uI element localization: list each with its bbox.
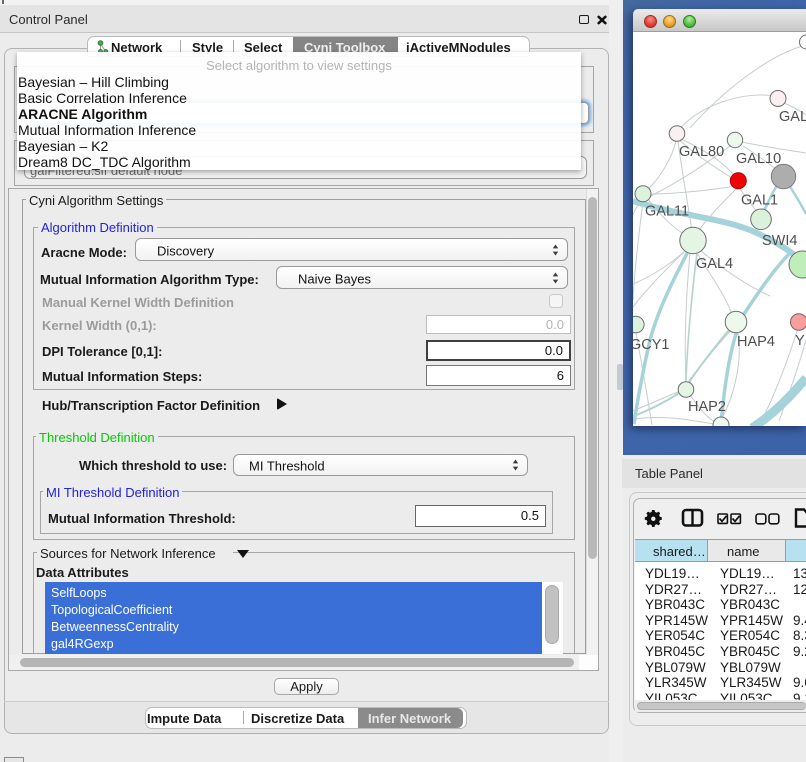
svg-text:GAL7: GAL7	[779, 109, 806, 125]
svg-text:GAL80: GAL80	[679, 144, 724, 160]
svg-text:HAP2: HAP2	[688, 399, 726, 415]
svg-text:GAL1: GAL1	[741, 193, 778, 209]
svg-text:GAL11: GAL11	[645, 204, 689, 220]
svg-text:GCY1: GCY1	[633, 337, 670, 353]
svg-text:Y: Y	[795, 333, 805, 349]
svg-text:SWI4: SWI4	[762, 233, 797, 249]
svg-text:HAP4: HAP4	[737, 334, 775, 350]
svg-text:GAL10: GAL10	[736, 151, 781, 167]
svg-text:GAL4: GAL4	[696, 256, 733, 272]
